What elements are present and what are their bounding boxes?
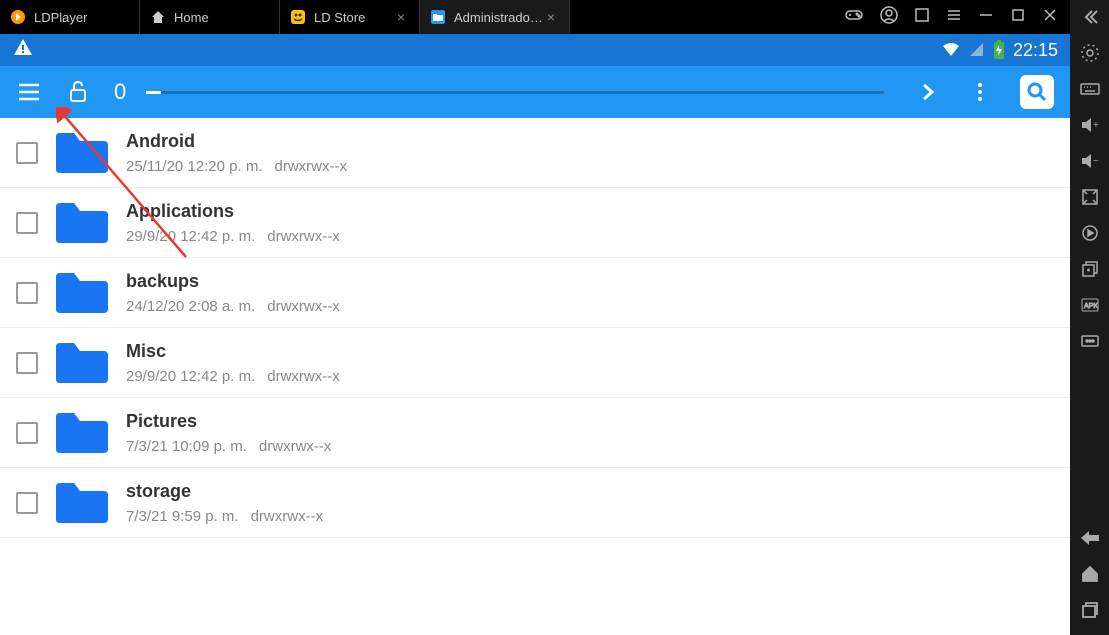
close-icon[interactable]: × xyxy=(393,9,409,25)
file-name: storage xyxy=(126,481,1054,502)
recents-icon[interactable] xyxy=(1079,599,1101,621)
folder-icon xyxy=(54,271,110,315)
signal-icon xyxy=(969,42,985,58)
lock-open-icon[interactable] xyxy=(66,80,90,104)
file-row[interactable]: Misc 29/9/20 12:42 p. m.drwxrwx--x xyxy=(0,328,1070,398)
more-vert-icon[interactable] xyxy=(968,80,992,104)
file-list: Android 25/11/20 12:20 p. m.drwxrwx--x A… xyxy=(0,118,1070,635)
collapse-icon[interactable] xyxy=(1079,6,1101,28)
close-window-icon[interactable] xyxy=(1042,7,1058,28)
volume-down-icon[interactable]: − xyxy=(1079,150,1101,172)
checkbox[interactable] xyxy=(16,422,38,444)
emulator-sidebar: + − APK xyxy=(1070,0,1109,635)
file-row[interactable]: Android 25/11/20 12:20 p. m.drwxrwx--x xyxy=(0,118,1070,188)
folder-app-icon xyxy=(430,9,446,25)
close-icon[interactable]: × xyxy=(543,9,559,25)
ldstore-icon xyxy=(290,9,306,25)
svg-text:−: − xyxy=(1093,156,1099,167)
wifi-icon xyxy=(941,40,961,60)
more-ellipsis-icon[interactable] xyxy=(1079,330,1101,352)
status-time: 22:15 xyxy=(1013,40,1058,61)
apk-icon[interactable]: APK xyxy=(1079,294,1101,316)
keyboard-icon[interactable] xyxy=(1079,78,1101,100)
chevron-right-icon[interactable] xyxy=(916,80,940,104)
app-toolbar: 0 xyxy=(0,66,1070,118)
title-bar: LDPlayer Home LD Store × Administrado… × xyxy=(0,0,1070,34)
checkbox[interactable] xyxy=(16,492,38,514)
window-controls xyxy=(844,5,1070,30)
ldplayer-icon xyxy=(10,9,26,25)
file-name: Misc xyxy=(126,341,1054,362)
file-meta: 29/9/20 12:42 p. m.drwxrwx--x xyxy=(126,368,1054,385)
folder-icon xyxy=(54,201,110,245)
hamburger-menu-icon[interactable] xyxy=(16,79,42,105)
tab-administrador[interactable]: Administrado… × xyxy=(420,0,570,34)
file-meta: 29/9/20 12:42 p. m.drwxrwx--x xyxy=(126,228,1054,245)
svg-text:APK: APK xyxy=(1084,303,1098,310)
fullscreen-sidebar-icon[interactable] xyxy=(1079,186,1101,208)
fullscreen-icon[interactable] xyxy=(914,7,930,28)
folder-icon xyxy=(54,341,110,385)
file-meta: 7/3/21 9:59 p. m.drwxrwx--x xyxy=(126,508,1054,525)
tab-ldstore[interactable]: LD Store × xyxy=(280,0,420,34)
file-name: Pictures xyxy=(126,411,1054,432)
android-status-bar: 22:15 xyxy=(0,34,1070,66)
file-row[interactable]: Applications 29/9/20 12:42 p. m.drwxrwx-… xyxy=(0,188,1070,258)
tab-ldplayer[interactable]: LDPlayer xyxy=(0,0,140,34)
back-icon[interactable] xyxy=(1079,527,1101,549)
warning-icon xyxy=(12,37,34,64)
tab-label: Administrado… xyxy=(454,10,543,25)
svg-text:+: + xyxy=(1093,120,1099,131)
file-name: Applications xyxy=(126,201,1054,222)
file-meta: 24/12/20 2:08 a. m.drwxrwx--x xyxy=(126,298,1054,315)
file-row[interactable]: Pictures 7/3/21 10:09 p. m.drwxrwx--x xyxy=(0,398,1070,468)
minimize-icon[interactable] xyxy=(978,7,994,28)
storage-indicator xyxy=(146,91,884,94)
folder-icon xyxy=(54,411,110,455)
gamepad-icon[interactable] xyxy=(844,5,864,30)
menu-lines-icon[interactable] xyxy=(946,7,962,28)
tab-label: Home xyxy=(174,10,209,25)
file-name: backups xyxy=(126,271,1054,292)
settings-gear-icon[interactable] xyxy=(1079,42,1101,64)
file-meta: 25/11/20 12:20 p. m.drwxrwx--x xyxy=(126,158,1054,175)
checkbox[interactable] xyxy=(16,142,38,164)
tab-label: LDPlayer xyxy=(34,10,87,25)
file-name: Android xyxy=(126,131,1054,152)
file-row[interactable]: storage 7/3/21 9:59 p. m.drwxrwx--x xyxy=(0,468,1070,538)
search-button[interactable] xyxy=(1020,75,1054,109)
path-breadcrumb[interactable]: 0 xyxy=(114,79,126,105)
multi-instance-icon[interactable] xyxy=(1079,258,1101,280)
folder-icon xyxy=(54,481,110,525)
home-icon xyxy=(150,9,166,25)
battery-icon xyxy=(993,40,1005,60)
file-meta: 7/3/21 10:09 p. m.drwxrwx--x xyxy=(126,438,1054,455)
checkbox[interactable] xyxy=(16,352,38,374)
user-icon[interactable] xyxy=(880,6,898,29)
maximize-icon[interactable] xyxy=(1010,7,1026,28)
checkbox[interactable] xyxy=(16,282,38,304)
sync-icon[interactable] xyxy=(1079,222,1101,244)
folder-icon xyxy=(54,131,110,175)
tab-home[interactable]: Home xyxy=(140,0,280,34)
tab-label: LD Store xyxy=(314,10,365,25)
checkbox[interactable] xyxy=(16,212,38,234)
nav-home-icon[interactable] xyxy=(1079,563,1101,585)
volume-up-icon[interactable]: + xyxy=(1079,114,1101,136)
file-row[interactable]: backups 24/12/20 2:08 a. m.drwxrwx--x xyxy=(0,258,1070,328)
android-screen: 22:15 0 xyxy=(0,34,1070,635)
